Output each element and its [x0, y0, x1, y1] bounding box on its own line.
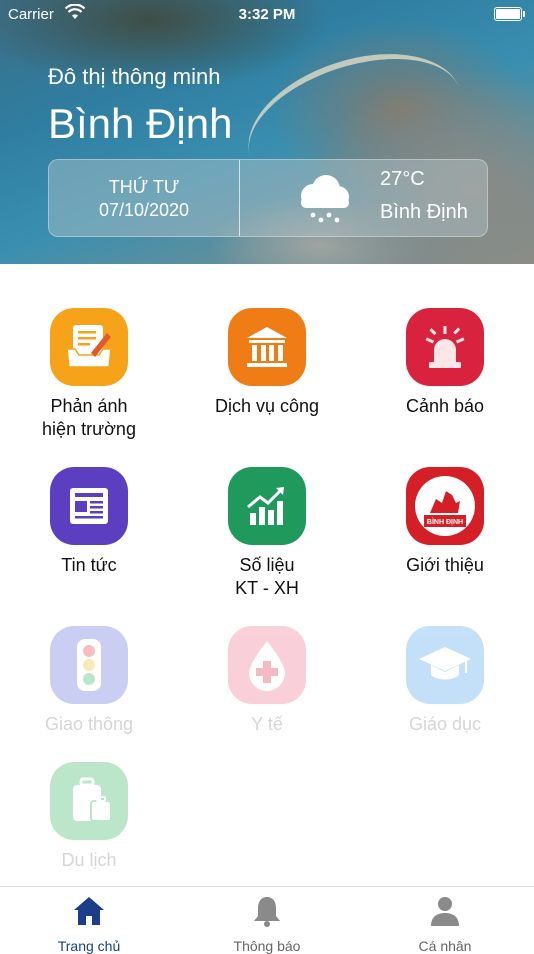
tile-label-line2: KT - XH — [235, 578, 299, 598]
bell-icon — [254, 897, 280, 927]
temperature-label: 27°C — [380, 168, 425, 190]
person-icon — [431, 897, 459, 926]
tile-label-line2: hiện trường — [42, 419, 136, 439]
header-banner: Carrier 3:32 PM Đô thị thông minh Bình Đ… — [0, 0, 534, 264]
tile-label-line1: Tin tức — [61, 555, 117, 575]
graduation-cap-icon — [406, 626, 484, 704]
emblem-text: BÌNH ĐỊNH — [427, 517, 463, 526]
weather-city-label: Bình Định — [380, 201, 468, 223]
status-time: 3:32 PM — [238, 6, 296, 23]
card-divider — [239, 160, 240, 236]
tab-ca-nhan[interactable]: Cá nhân — [356, 887, 534, 954]
tile-label-line1: Số liệu — [239, 555, 295, 575]
newspaper-icon — [50, 467, 128, 545]
tile-giao-thong: Giao thông — [0, 626, 178, 736]
tile-tin-tuc[interactable]: Tin tức — [0, 467, 178, 577]
alarm-light-icon — [406, 308, 484, 386]
tile-label-line1: Du lịch — [61, 850, 117, 870]
tile-canh-bao[interactable]: Cảnh báo — [356, 308, 534, 418]
tile-gioi-thieu[interactable]: BÌNH ĐỊNH Giới thiệu — [356, 467, 534, 577]
tile-dich-vu-cong[interactable]: Dịch vụ công — [178, 308, 356, 418]
tile-du-lich: Du lịch — [0, 762, 178, 872]
tile-label-line1: Cảnh báo — [405, 396, 485, 416]
growth-chart-icon — [228, 467, 306, 545]
tile-giao-duc: Giáo dục — [356, 626, 534, 736]
tab-label: Cá nhân — [418, 938, 472, 954]
tile-label-line1: Y tế — [251, 714, 283, 734]
cloud-rain-icon — [301, 175, 349, 223]
tile-label-line1: Phản ánh — [50, 396, 128, 416]
government-building-icon — [228, 308, 306, 386]
tile-label-line1: Dịch vụ công — [214, 396, 320, 416]
tile-label-line1: Giao thông — [44, 714, 134, 734]
weekday-label: THỨ TƯ — [108, 177, 180, 197]
binh-dinh-emblem-icon: BÌNH ĐỊNH — [406, 467, 484, 545]
report-edit-icon — [50, 308, 128, 386]
tab-label: Trang chủ — [57, 938, 121, 954]
tile-label-line1: Giáo dục — [408, 714, 482, 734]
tab-thong-bao[interactable]: Thông báo — [178, 887, 356, 954]
date-weather-card: THỨ TƯ 07/10/2020 27°C Bình Định — [48, 159, 488, 237]
app-subtitle: Đô thị thông minh — [48, 64, 221, 89]
tile-phan-anh[interactable]: Phản ánh hiện trường — [0, 308, 178, 441]
tile-so-lieu[interactable]: Số liệu KT - XH — [178, 467, 356, 600]
city-title: Bình Định — [48, 100, 233, 147]
status-bar: Carrier 3:32 PM — [0, 0, 534, 28]
luggage-icon — [50, 762, 128, 840]
tile-label-line1: Giới thiệu — [406, 555, 484, 575]
medical-cross-icon — [228, 626, 306, 704]
tile-y-te: Y tế — [178, 626, 356, 736]
tab-bar: Trang chủ Thông báo Cá nhân — [0, 886, 534, 954]
tab-trang-chu[interactable]: Trang chủ — [0, 887, 178, 954]
date-label: 07/10/2020 — [98, 200, 190, 220]
tab-label: Thông báo — [233, 938, 301, 954]
home-icon — [74, 897, 104, 925]
battery-icon — [494, 7, 525, 21]
traffic-light-icon — [50, 626, 128, 704]
